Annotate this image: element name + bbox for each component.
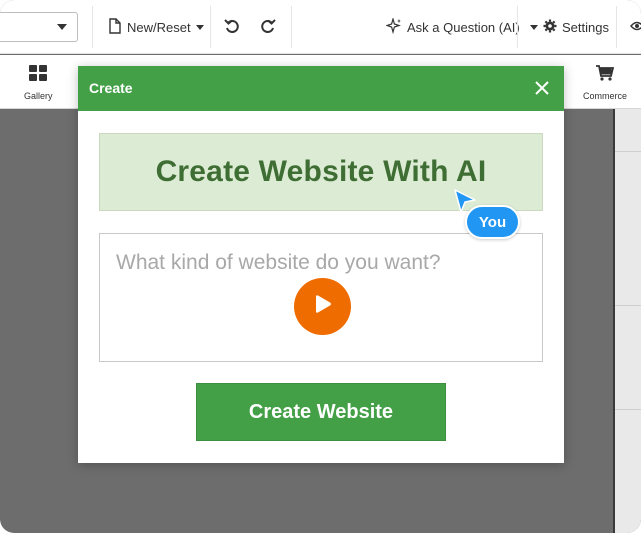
dialog-header: Create bbox=[78, 66, 564, 111]
divider bbox=[615, 409, 641, 410]
cart-icon bbox=[596, 65, 615, 86]
new-reset-button[interactable]: New/Reset bbox=[108, 14, 204, 40]
prompt-area[interactable] bbox=[99, 233, 543, 362]
ask-question-label: Ask a Question (AI) bbox=[407, 19, 520, 35]
chevron-down-icon bbox=[530, 24, 538, 30]
gallery-button[interactable]: Gallery bbox=[24, 65, 53, 101]
divider bbox=[517, 6, 518, 48]
new-reset-label: New/Reset bbox=[127, 19, 191, 35]
undo-button[interactable] bbox=[224, 14, 240, 40]
chevron-down-icon bbox=[195, 24, 204, 30]
website-prompt-input[interactable] bbox=[116, 248, 526, 278]
gear-icon bbox=[543, 19, 557, 36]
page-icon bbox=[108, 17, 122, 37]
redo-icon bbox=[260, 18, 276, 37]
preview-button[interactable] bbox=[630, 14, 641, 40]
sparkle-icon bbox=[385, 16, 402, 37]
gallery-label: Gallery bbox=[24, 91, 53, 101]
divider bbox=[210, 6, 211, 48]
commerce-label: Commerce bbox=[583, 91, 628, 101]
play-button[interactable] bbox=[294, 278, 351, 335]
divider bbox=[615, 151, 641, 152]
divider bbox=[616, 6, 617, 48]
app-frame: New/Reset Ask a Question (AI) Settings G… bbox=[0, 0, 641, 533]
dialog-heading: Create Website With AI bbox=[155, 155, 487, 188]
play-icon bbox=[313, 293, 333, 320]
cursor-label-badge: You bbox=[465, 205, 520, 239]
settings-button[interactable]: Settings bbox=[530, 14, 609, 40]
undo-icon bbox=[224, 18, 240, 37]
gallery-icon bbox=[29, 65, 48, 86]
create-dialog: Create Create Website With AI Create Web… bbox=[78, 66, 564, 463]
chevron-down-icon bbox=[57, 24, 67, 30]
settings-label: Settings bbox=[562, 19, 609, 35]
create-website-button[interactable]: Create Website bbox=[196, 383, 446, 441]
page-select-dropdown[interactable] bbox=[0, 12, 78, 42]
redo-button[interactable] bbox=[260, 14, 276, 40]
close-icon[interactable] bbox=[532, 78, 552, 98]
eye-icon bbox=[630, 20, 641, 35]
dialog-title: Create bbox=[89, 80, 133, 96]
ask-question-button[interactable]: Ask a Question (AI) bbox=[385, 14, 520, 40]
divider bbox=[615, 305, 641, 306]
commerce-button[interactable]: Commerce bbox=[583, 65, 627, 101]
top-toolbar: New/Reset Ask a Question (AI) Settings bbox=[0, 0, 641, 54]
divider bbox=[92, 6, 93, 48]
properties-panel bbox=[613, 109, 641, 533]
divider bbox=[291, 6, 292, 48]
